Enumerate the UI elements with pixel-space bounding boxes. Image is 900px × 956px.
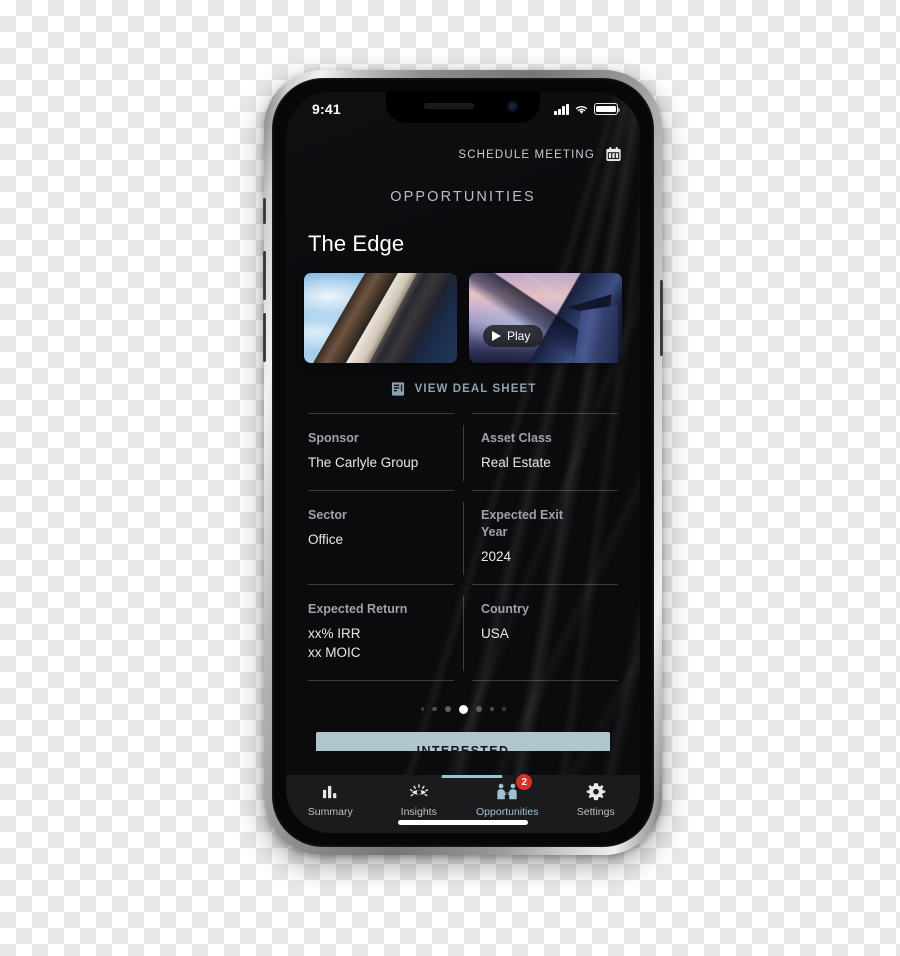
detail-row: Expected Return xx% IRR xx MOIC Country … bbox=[308, 583, 618, 682]
tab-settings[interactable]: Settings bbox=[552, 781, 641, 833]
view-deal-sheet-label: VIEW DEAL SHEET bbox=[414, 383, 537, 395]
pager-dot-active[interactable] bbox=[458, 704, 468, 714]
bar-chart-icon bbox=[320, 781, 340, 802]
wifi-icon bbox=[575, 105, 588, 114]
app-content: SCHEDULE MEETING OPPORTUNITIES The Edge … bbox=[286, 92, 640, 833]
view-deal-sheet-button[interactable]: VIEW DEAL SHEET bbox=[300, 381, 626, 397]
detail-value: USA bbox=[481, 625, 509, 641]
eye-icon bbox=[408, 781, 430, 802]
cellular-signal-icon bbox=[554, 103, 569, 115]
tab-label: Insights bbox=[400, 806, 437, 818]
detail-key: Sponsor bbox=[308, 431, 359, 445]
detail-key: Sector bbox=[308, 508, 347, 523]
handshake-people-icon: 2 bbox=[494, 774, 533, 802]
detail-key: Expected Return bbox=[308, 601, 408, 616]
tab-insights[interactable]: Insights bbox=[375, 781, 464, 833]
play-label: Play bbox=[507, 329, 531, 343]
pager-dots[interactable] bbox=[300, 703, 626, 715]
pager-dot[interactable] bbox=[502, 707, 506, 711]
power-button[interactable] bbox=[660, 280, 663, 356]
notch bbox=[386, 92, 540, 123]
detail-value: Office bbox=[308, 531, 344, 547]
status-time: 9:41 bbox=[312, 101, 341, 117]
home-indicator[interactable] bbox=[398, 820, 528, 825]
pager-dot[interactable] bbox=[444, 706, 451, 713]
gear-icon bbox=[586, 781, 606, 802]
document-icon bbox=[391, 382, 404, 396]
cta-container: INTERESTED bbox=[300, 732, 626, 751]
schedule-meeting-button[interactable]: SCHEDULE MEETING bbox=[300, 146, 626, 163]
detail-key: Expected Exit Year bbox=[481, 508, 563, 539]
detail-cell-asset-class: Asset Class Real Estate bbox=[463, 414, 618, 490]
pager-dot[interactable] bbox=[475, 706, 482, 713]
detail-row: Sector Office Expected Exit Year 2024 bbox=[308, 490, 618, 584]
play-button[interactable]: Play bbox=[483, 325, 544, 347]
detail-value: 2024 bbox=[481, 548, 512, 564]
phone-mockup: 9:41 SCHEDULE MEETING OPPORTUNITIES The … bbox=[263, 70, 663, 855]
building-photo[interactable] bbox=[304, 273, 457, 363]
detail-cell-expected-exit-year: Expected Exit Year 2024 bbox=[463, 491, 618, 584]
phone-bezel: 9:41 SCHEDULE MEETING OPPORTUNITIES The … bbox=[272, 78, 654, 847]
pager-dot[interactable] bbox=[432, 706, 437, 712]
phone-screen: 9:41 SCHEDULE MEETING OPPORTUNITIES The … bbox=[286, 92, 640, 833]
detail-value: Real Estate bbox=[481, 454, 551, 470]
tab-label: Summary bbox=[307, 806, 353, 818]
schedule-meeting-label: SCHEDULE MEETING bbox=[458, 148, 595, 161]
battery-full-icon bbox=[594, 103, 621, 115]
detail-cell-expected-return: Expected Return xx% IRR xx MOIC bbox=[308, 585, 463, 680]
tab-summary[interactable]: Summary bbox=[286, 781, 375, 833]
detail-value: xx% IRR xx MOIC bbox=[308, 625, 361, 660]
active-tab-indicator bbox=[441, 775, 503, 778]
scroll-area[interactable]: SCHEDULE MEETING OPPORTUNITIES The Edge … bbox=[286, 92, 640, 751]
earpiece-speaker-icon bbox=[424, 103, 474, 109]
media-gallery: Play bbox=[300, 273, 626, 363]
interested-button[interactable]: INTERESTED bbox=[316, 732, 610, 751]
status-icons bbox=[554, 103, 621, 115]
detail-cell-sponsor: Sponsor The Carlyle Group bbox=[308, 414, 463, 490]
notification-badge: 2 bbox=[516, 774, 533, 790]
detail-cell-sector: Sector Office bbox=[308, 491, 463, 584]
detail-row: Sponsor The Carlyle Group Asset Class Re… bbox=[308, 413, 618, 490]
pager-dot[interactable] bbox=[420, 707, 424, 711]
detail-key: Asset Class bbox=[481, 431, 552, 445]
city-video-thumbnail[interactable]: Play bbox=[469, 273, 622, 363]
pager-dot[interactable] bbox=[489, 706, 494, 712]
tab-label: Settings bbox=[576, 806, 615, 818]
tab-label: Opportunities bbox=[476, 806, 539, 818]
play-icon bbox=[492, 331, 501, 341]
mute-switch[interactable] bbox=[263, 198, 266, 224]
detail-cell-country: Country USA bbox=[463, 585, 618, 680]
page-title: OPPORTUNITIES bbox=[390, 189, 536, 205]
tower-shape bbox=[574, 305, 618, 363]
volume-up-button[interactable] bbox=[263, 251, 266, 300]
detail-key: Country bbox=[481, 601, 529, 616]
front-camera-icon bbox=[507, 101, 518, 112]
detail-value: The Carlyle Group bbox=[308, 454, 419, 470]
deal-details-grid: Sponsor The Carlyle Group Asset Class Re… bbox=[300, 413, 626, 682]
deal-name: The Edge bbox=[308, 231, 405, 256]
volume-down-button[interactable] bbox=[263, 313, 266, 362]
tab-opportunities[interactable]: 2 Opportunities bbox=[463, 774, 552, 833]
calendar-icon bbox=[606, 147, 621, 161]
